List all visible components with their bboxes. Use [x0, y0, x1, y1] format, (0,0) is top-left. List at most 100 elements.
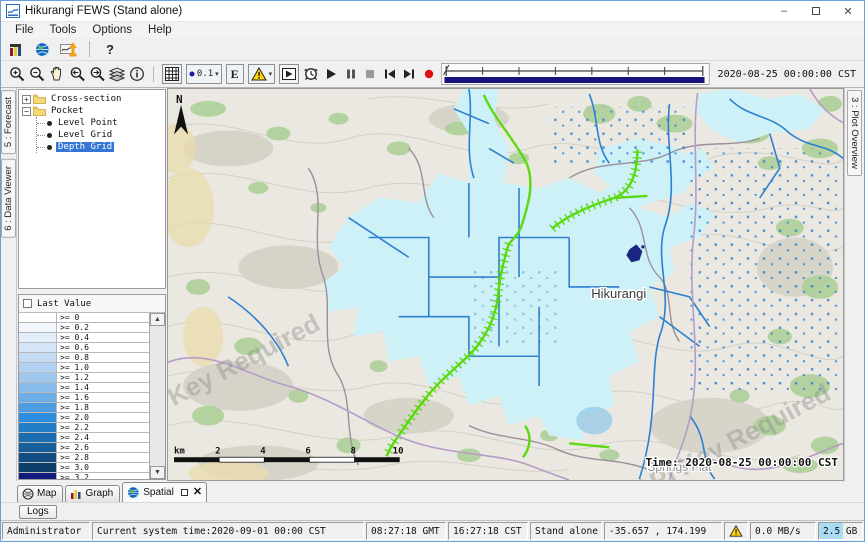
folder-icon	[33, 106, 46, 116]
layer-tree: + Cross-section − Pocket Level Point	[18, 89, 166, 289]
legend-row[interactable]: >= 1.8	[19, 403, 149, 413]
time-slider[interactable]	[441, 62, 710, 86]
tab-close-icon[interactable]: ✕	[193, 487, 202, 497]
map-time-label: Time: 2020-08-25 00:00:00 CST	[645, 456, 838, 469]
svg-text:N: N	[176, 93, 183, 106]
legend-swatch	[19, 443, 57, 452]
marker-size-dropdown[interactable]: 0.1 ▾	[186, 64, 222, 84]
pause-button[interactable]	[343, 65, 359, 83]
map-canvas[interactable]: API Key Required API Key Required Hikura…	[168, 89, 843, 480]
play-button[interactable]	[323, 65, 339, 83]
legend-scrollbar[interactable]: ▲ ▼	[150, 313, 165, 479]
legend-swatch	[19, 363, 57, 372]
zoom-in-button[interactable]	[9, 65, 25, 83]
warning-dropdown[interactable]: ▾	[248, 64, 276, 84]
legend-row[interactable]: >= 0.2	[19, 323, 149, 333]
tree-item-level-point[interactable]: Level Point	[37, 117, 165, 129]
animation-dialog-button[interactable]	[279, 64, 299, 84]
legend-row[interactable]: >= 1.6	[19, 393, 149, 403]
legend-swatch	[19, 323, 57, 332]
scroll-track[interactable]	[150, 326, 165, 466]
legend-row[interactable]: >= 2.0	[19, 413, 149, 423]
legend-row[interactable]: >= 2.8	[19, 453, 149, 463]
legend-row[interactable]: >= 2.6	[19, 443, 149, 453]
legend-swatch	[19, 383, 57, 392]
tree-item-label-selected: Depth Grid	[56, 142, 114, 152]
chart-display-button[interactable]	[59, 40, 77, 58]
expand-icon[interactable]: +	[22, 95, 31, 104]
legend-row[interactable]: >= 1.4	[19, 383, 149, 393]
skip-end-button[interactable]	[402, 65, 418, 83]
status-warning[interactable]	[724, 522, 748, 540]
skip-start-button[interactable]	[382, 65, 398, 83]
tab-graph[interactable]: Graph	[65, 485, 120, 502]
legend-row[interactable]: >= 3.2	[19, 473, 149, 479]
legend-row[interactable]: >= 2.4	[19, 433, 149, 443]
svg-text:10: 10	[393, 446, 404, 456]
status-coordinates: -35.657 , 174.199	[604, 522, 722, 540]
scroll-up-icon[interactable]: ▲	[150, 313, 165, 326]
minimize-button[interactable]: –	[768, 1, 800, 21]
tab-spatial[interactable]: Spatial ✕	[122, 482, 207, 502]
tab-forecast[interactable]: 5 : Forecast	[1, 90, 16, 154]
scroll-down-icon[interactable]: ▼	[150, 466, 165, 479]
tree-item-cross-section[interactable]: + Cross-section	[22, 93, 165, 105]
grid-toggle-button[interactable]	[162, 64, 182, 84]
tree-item-label: Level Point	[56, 118, 120, 128]
status-bar: Administrator Current system time:2020-0…	[1, 520, 864, 541]
map-viewport: API Key Required API Key Required Hikura…	[167, 88, 844, 481]
tree-item-depth-grid[interactable]: Depth Grid	[37, 141, 165, 153]
stop-button[interactable]	[362, 65, 378, 83]
menu-options[interactable]: Options	[84, 24, 140, 36]
zoom-previous-button[interactable]	[69, 65, 85, 83]
town-label: Hikurangi	[591, 286, 646, 301]
tab-spatial-label: Spatial	[143, 487, 174, 498]
legend-row[interactable]: >= 3.0	[19, 463, 149, 473]
tab-restore-icon[interactable]	[181, 489, 188, 496]
tree-connector	[37, 147, 45, 148]
legend-row[interactable]: >= 2.2	[19, 423, 149, 433]
stop-icon	[364, 68, 376, 80]
collapse-icon[interactable]: −	[22, 107, 31, 116]
status-mode: Stand alone	[530, 522, 602, 540]
map-globe-button[interactable]	[33, 40, 51, 58]
database-bars-button[interactable]	[7, 40, 25, 58]
legend-row[interactable]: >= 1.0	[19, 363, 149, 373]
legend-toggle-button[interactable]: E	[226, 64, 244, 84]
menu-file[interactable]: File	[7, 24, 42, 36]
play-box-icon	[282, 68, 296, 80]
legend-row[interactable]: >= 0.8	[19, 353, 149, 363]
layers-button[interactable]	[109, 65, 125, 83]
help-button[interactable]: ?	[102, 42, 118, 57]
menu-help[interactable]: Help	[140, 24, 180, 36]
tree-item-pocket[interactable]: − Pocket	[22, 105, 165, 117]
zoom-out-button[interactable]	[29, 65, 45, 83]
legend-row[interactable]: >= 0.6	[19, 343, 149, 353]
alarm-clock-icon	[303, 66, 319, 82]
close-button[interactable]: ✕	[832, 1, 864, 21]
record-icon	[423, 68, 435, 80]
info-button[interactable]	[129, 65, 145, 83]
logs-tab[interactable]: Logs	[19, 505, 57, 519]
legend-row[interactable]: >= 0.4	[19, 333, 149, 343]
legend-class-label: >= 0.4	[57, 333, 149, 342]
zoom-next-button[interactable]	[89, 65, 105, 83]
timer-button[interactable]	[303, 65, 319, 83]
legend-class-label: >= 2.2	[57, 423, 149, 432]
bars-icon	[9, 42, 24, 57]
legend-row[interactable]: >= 1.2	[19, 373, 149, 383]
last-value-checkbox[interactable]	[23, 299, 32, 308]
legend-swatch	[19, 393, 57, 402]
pan-button[interactable]	[49, 65, 65, 83]
tab-plot-overview[interactable]: 3 : Plot Overview	[847, 90, 862, 176]
legend-row[interactable]: >= 0	[19, 313, 149, 323]
maximize-button[interactable]	[800, 1, 832, 21]
tab-data-viewer[interactable]: 6 : Data Viewer	[1, 159, 16, 238]
chevron-down-icon: ▾	[269, 70, 273, 78]
warning-icon	[251, 67, 267, 81]
menu-tools[interactable]: Tools	[42, 24, 85, 36]
legend-swatch	[19, 333, 57, 342]
record-button[interactable]	[421, 65, 437, 83]
tree-item-level-grid[interactable]: Level Grid	[37, 129, 165, 141]
tab-map[interactable]: Map	[17, 485, 63, 502]
